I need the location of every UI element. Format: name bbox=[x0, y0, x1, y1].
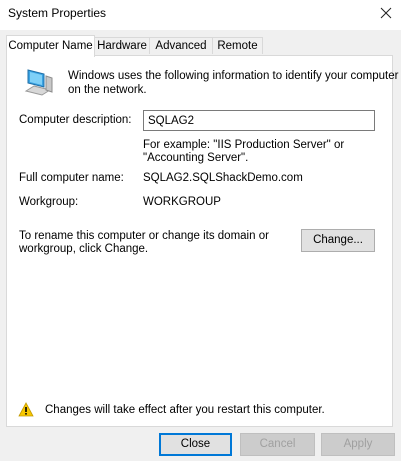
workgroup-label: Workgroup: bbox=[19, 196, 79, 208]
close-button[interactable]: Close bbox=[159, 433, 232, 456]
tab-hardware[interactable]: Hardware bbox=[94, 37, 150, 54]
intro-text-line1: Windows uses the following information t… bbox=[68, 70, 399, 82]
example-text-line2: "Accounting Server". bbox=[143, 152, 249, 164]
close-icon bbox=[380, 7, 392, 19]
workgroup-value: WORKGROUP bbox=[143, 196, 221, 208]
full-computer-name-value: SQLAG2.SQLShackDemo.com bbox=[143, 172, 303, 184]
example-text-line1: For example: "IIS Production Server" or bbox=[143, 139, 345, 151]
tab-remote[interactable]: Remote bbox=[212, 37, 263, 54]
full-computer-name-label: Full computer name: bbox=[19, 172, 124, 184]
intro-text-line2: on the network. bbox=[68, 84, 147, 96]
rename-text-line2: workgroup, click Change. bbox=[19, 243, 149, 255]
tab-label: Remote bbox=[217, 40, 258, 52]
computer-description-input[interactable] bbox=[143, 110, 375, 131]
computer-icon bbox=[24, 69, 53, 96]
tab-computer-name[interactable]: Computer Name bbox=[6, 35, 95, 57]
window-close-button[interactable] bbox=[371, 0, 401, 26]
change-button[interactable]: Change... bbox=[301, 229, 375, 252]
title-bar: System Properties bbox=[0, 0, 401, 30]
cancel-button[interactable]: Cancel bbox=[240, 433, 315, 456]
tab-label: Hardware bbox=[97, 40, 147, 52]
warning-icon bbox=[18, 402, 34, 417]
restart-warning-text: Changes will take effect after you resta… bbox=[45, 404, 325, 416]
window-title: System Properties bbox=[8, 6, 107, 20]
rename-text-line1: To rename this computer or change its do… bbox=[19, 230, 269, 242]
tab-label: Computer Name bbox=[8, 40, 93, 52]
tab-advanced[interactable]: Advanced bbox=[149, 37, 213, 54]
apply-button[interactable]: Apply bbox=[321, 433, 395, 456]
computer-description-label: Computer description: bbox=[19, 114, 132, 126]
tab-label: Advanced bbox=[155, 40, 207, 52]
